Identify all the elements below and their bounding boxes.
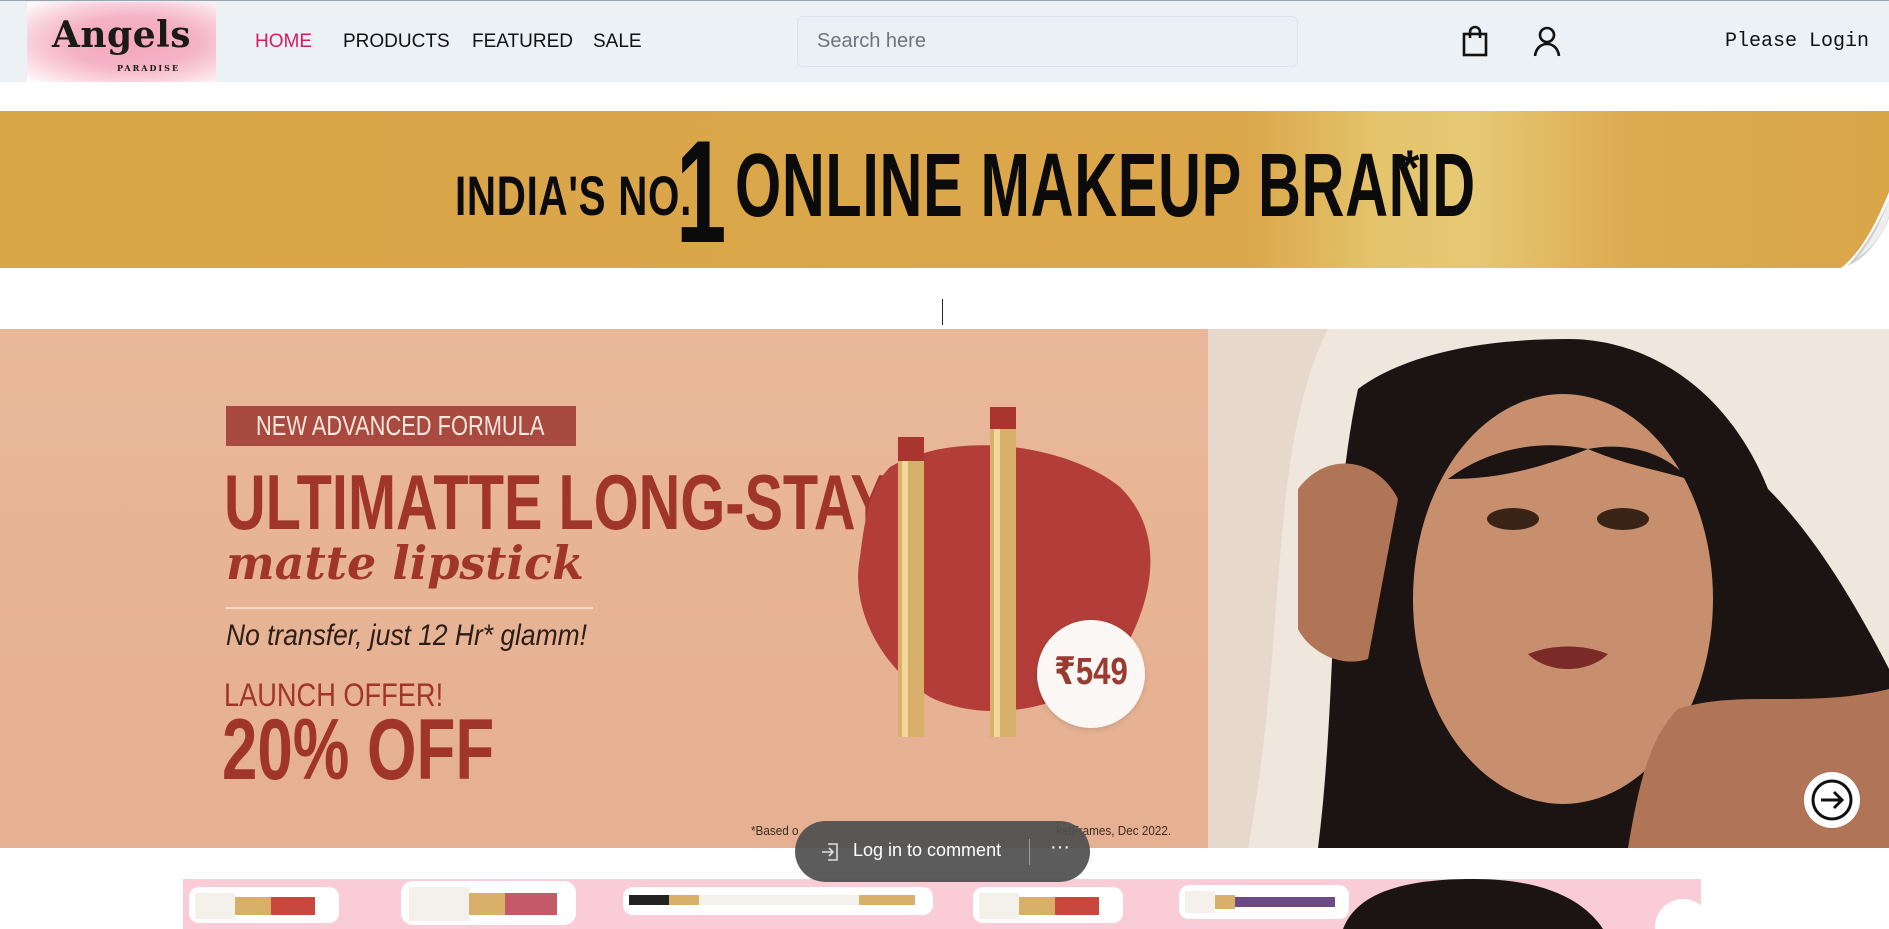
nav-products[interactable]: PRODUCTS <box>343 31 450 53</box>
discount: 20% OFF <box>222 702 495 798</box>
hero-carousel[interactable]: NEW ADVANCED FORMULA ULTIMATTE LONG-STAY… <box>0 329 1889 848</box>
search-input[interactable] <box>797 16 1298 67</box>
sign-in-icon <box>822 843 838 861</box>
banner-number: 1 <box>676 111 727 268</box>
hero-tagline: No transfer, just 12 Hr* glamm! <box>226 619 587 652</box>
banner-suffix: ONLINE MAKEUP BRAND <box>735 136 1476 236</box>
nav-home[interactable]: HOME <box>255 31 312 53</box>
banner-prefix: INDIA'S NO. <box>455 164 693 227</box>
hero-subhead: matte lipstick <box>226 536 584 590</box>
nav-sale[interactable]: SALE <box>593 31 642 53</box>
text-caret <box>942 299 943 325</box>
arrow-right-icon <box>1811 779 1853 821</box>
formula-tag: NEW ADVANCED FORMULA <box>226 406 576 446</box>
product-strip-banner[interactable] <box>183 879 1701 929</box>
comment-toolbar: Log in to comment ··· <box>795 821 1090 882</box>
hero-headline: ULTIMATTE LONG-STAY <box>224 458 889 546</box>
footnote-left: *Based o <box>751 823 799 838</box>
shopping-bag-icon[interactable] <box>1460 25 1492 59</box>
banner-asterisk: * <box>1400 140 1420 196</box>
login-link[interactable]: Please Login <box>1725 30 1869 53</box>
brand-logo[interactable]: Angels PARADISE <box>27 2 216 82</box>
brand-name: Angels <box>51 14 192 56</box>
page-curl-icon <box>1841 192 1889 268</box>
user-icon[interactable] <box>1531 25 1563 59</box>
carousel-next-button[interactable] <box>1804 772 1860 828</box>
login-to-comment-button[interactable]: Log in to comment <box>819 840 1001 861</box>
divider <box>1029 839 1030 865</box>
nav-featured[interactable]: FEATURED <box>472 31 573 53</box>
divider <box>226 607 593 609</box>
price-label: ₹549 <box>1054 651 1128 693</box>
promo-banner[interactable]: INDIA'S NO. 1 ONLINE MAKEUP BRAND * <box>0 111 1889 268</box>
brand-tagline: PARADISE <box>117 63 181 73</box>
model-photo <box>1208 329 1889 848</box>
more-options-button[interactable]: ··· <box>1045 835 1075 865</box>
login-to-comment-label: Log in to comment <box>853 840 1002 860</box>
site-header: Angels PARADISE HOME PRODUCTS FEATURED S… <box>0 0 1889 82</box>
